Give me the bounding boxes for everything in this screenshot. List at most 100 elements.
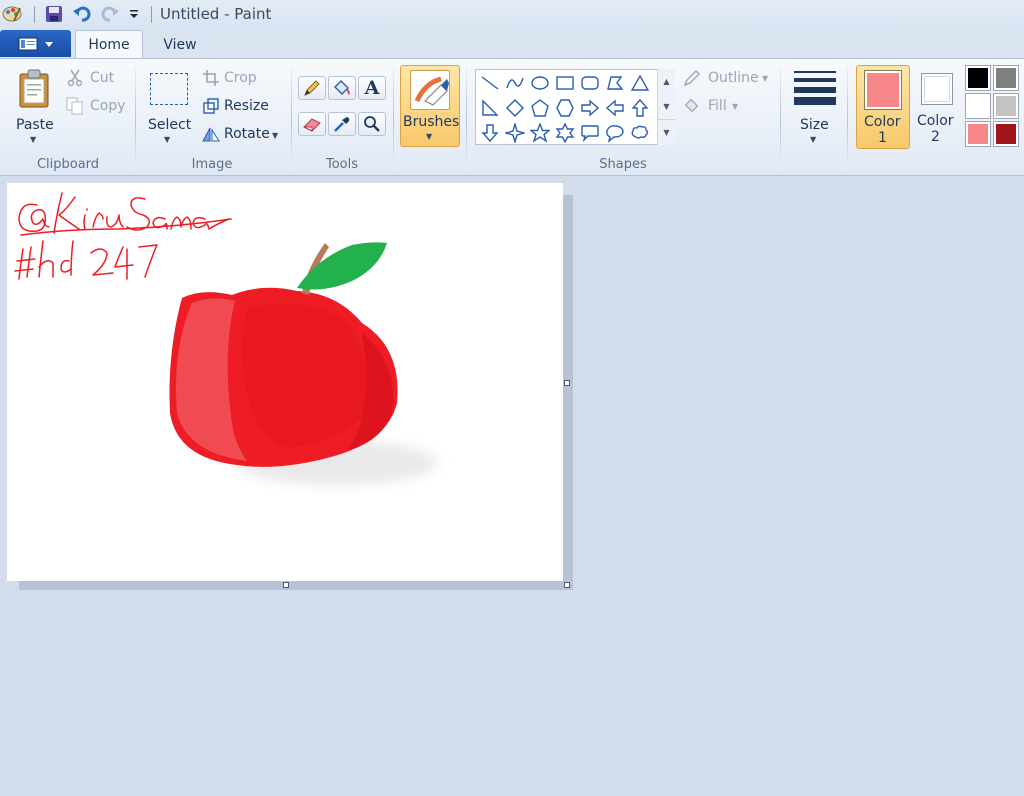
right-triangle-shape-icon[interactable] — [478, 96, 502, 120]
pencil-tool[interactable] — [298, 76, 326, 100]
triangle-shape-icon[interactable] — [628, 71, 652, 95]
up-arrow-shape-icon[interactable] — [628, 96, 652, 120]
resize-handle-corner[interactable] — [564, 582, 570, 588]
rectangle-shape-icon[interactable] — [553, 71, 577, 95]
resize-handle-right[interactable] — [564, 380, 570, 386]
cloud-callout-shape-icon[interactable] — [628, 121, 652, 145]
fill-icon — [683, 97, 701, 115]
polygon-shape-icon[interactable] — [603, 71, 627, 95]
select-button[interactable]: Select ▼ — [142, 63, 194, 144]
right-arrow-shape-icon[interactable] — [578, 96, 602, 120]
title-separator — [34, 6, 35, 23]
shapes-gallery-scroll: ▲ ▼ ▼ — [657, 69, 675, 145]
oval-shape-icon[interactable] — [528, 71, 552, 95]
scissors-icon — [66, 69, 84, 87]
paint-app-icon[interactable] — [2, 4, 22, 24]
handwritten-signature — [14, 192, 232, 280]
diamond-shape-icon[interactable] — [503, 96, 527, 120]
chevron-down-icon: ▼ — [426, 132, 433, 141]
tab-home[interactable]: Home — [75, 30, 143, 59]
rounded-callout-shape-icon[interactable] — [578, 121, 602, 145]
pentagon-shape-icon[interactable] — [528, 96, 552, 120]
group-separator — [135, 67, 136, 171]
customize-toolbar-icon[interactable] — [124, 4, 144, 24]
clipboard-icon — [19, 69, 49, 108]
fill-button[interactable]: Fill — [708, 98, 727, 114]
six-point-star-shape-icon[interactable] — [553, 121, 577, 145]
scroll-down-icon[interactable]: ▼ — [658, 94, 675, 119]
color1-number: 1 — [878, 130, 887, 146]
ribbon: Paste ▼ Cut Copy Clipboard Select ▼ Crop… — [0, 58, 1024, 176]
size-button[interactable]: Size ▼ — [788, 63, 840, 149]
pencil-icon — [304, 80, 320, 96]
outline-button[interactable]: Outline — [708, 70, 759, 86]
size-line-icon — [794, 97, 836, 105]
color2-number: 2 — [931, 129, 940, 145]
curve-shape-icon[interactable] — [503, 71, 527, 95]
paint-menu-button[interactable] — [0, 30, 71, 57]
copy-button[interactable]: Copy — [90, 98, 126, 114]
text-icon: A — [364, 77, 380, 99]
color2-button[interactable]: Color 2 — [912, 65, 960, 149]
chevron-down-icon: ▼ — [164, 135, 171, 144]
palette-swatch-light-gray[interactable] — [993, 93, 1019, 119]
palette-swatch-black[interactable] — [965, 65, 991, 91]
text-tool[interactable]: A — [358, 76, 386, 100]
scroll-up-icon[interactable]: ▲ — [658, 69, 675, 94]
chevron-down-icon: ▼ — [272, 131, 279, 140]
eraser-tool[interactable] — [298, 112, 326, 136]
paste-button[interactable]: Paste ▼ — [8, 63, 60, 144]
hexagon-shape-icon[interactable] — [553, 96, 577, 120]
color1-button[interactable]: Color 1 — [856, 65, 910, 149]
color1-label: Color — [864, 114, 901, 130]
brushes-button[interactable]: Brushes ▼ — [400, 65, 460, 147]
save-icon[interactable] — [44, 4, 64, 24]
drawing-canvas[interactable] — [7, 183, 563, 581]
group-separator — [847, 67, 848, 171]
color-picker-icon — [334, 117, 350, 132]
left-arrow-shape-icon[interactable] — [603, 96, 627, 120]
clipboard-group-label: Clipboard — [36, 157, 100, 172]
palette-swatch-pink[interactable] — [965, 121, 991, 147]
palette-swatch-white[interactable] — [965, 93, 991, 119]
resize-button[interactable]: Resize — [224, 98, 269, 114]
resize-icon — [202, 97, 220, 115]
resize-handle-bottom[interactable] — [283, 582, 289, 588]
palette-swatch-dark-red[interactable] — [993, 121, 1019, 147]
undo-icon[interactable] — [72, 4, 92, 24]
oval-callout-shape-icon[interactable] — [603, 121, 627, 145]
line-shape-icon[interactable] — [478, 71, 502, 95]
palette-swatch-gray[interactable] — [993, 65, 1019, 91]
rotate-button[interactable]: Rotate — [224, 126, 270, 142]
color1-swatch — [864, 70, 902, 110]
shapes-group-label: Shapes — [599, 157, 647, 172]
size-line-icon — [794, 78, 836, 82]
cut-button[interactable]: Cut — [90, 70, 114, 86]
chevron-down-icon: ▼ — [732, 102, 739, 111]
apple-drawing — [169, 287, 398, 467]
color2-swatch — [921, 73, 953, 105]
magnifier-tool[interactable] — [358, 112, 386, 136]
tab-view[interactable]: View — [150, 30, 210, 59]
gallery-expand-icon[interactable]: ▼ — [658, 119, 675, 144]
color1-fill — [867, 73, 899, 107]
group-separator — [780, 67, 781, 171]
brushes-label: Brushes — [403, 114, 460, 130]
copy-icon — [66, 97, 84, 115]
four-point-star-shape-icon[interactable] — [503, 121, 527, 145]
size-line-icon — [794, 87, 836, 93]
color2-label: Color — [917, 113, 954, 129]
chevron-down-icon — [44, 41, 53, 47]
down-arrow-shape-icon[interactable] — [478, 121, 502, 145]
shapes-gallery — [475, 69, 675, 145]
drawing-artwork — [14, 192, 437, 485]
crop-button[interactable]: Crop — [224, 70, 257, 86]
size-line-icon — [794, 71, 836, 73]
rotate-icon — [202, 125, 220, 143]
redo-icon[interactable] — [100, 4, 120, 24]
five-point-star-shape-icon[interactable] — [528, 121, 552, 145]
fill-tool[interactable] — [328, 76, 356, 100]
color-picker-tool[interactable] — [328, 112, 356, 136]
rounded-rectangle-shape-icon[interactable] — [578, 71, 602, 95]
tools-group-label: Tools — [325, 157, 359, 172]
